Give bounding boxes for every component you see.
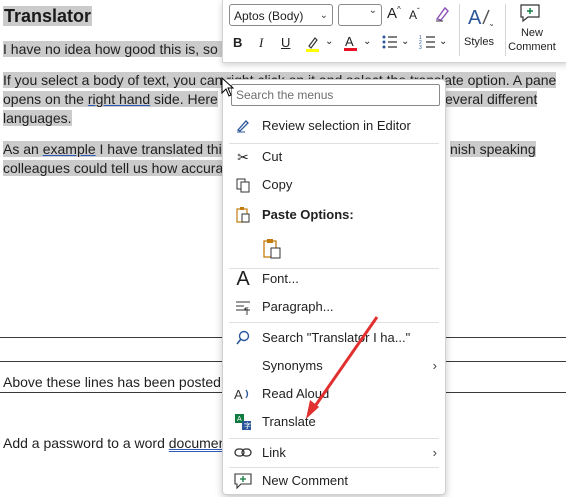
menu-divider — [229, 322, 439, 323]
doc-paragraph-4: Above these lines has been posted — [3, 374, 221, 390]
font-size-dropdown[interactable]: ⌄ — [338, 4, 382, 26]
new-comment-icon — [233, 468, 253, 497]
translate-icon: A字 — [233, 409, 253, 439]
italic-button[interactable]: I — [259, 35, 263, 51]
doc-paragraph-3-line-1: As an example I have translated thi — [3, 141, 222, 157]
shrink-font-button[interactable]: Aˇ — [409, 7, 420, 22]
copy-icon — [233, 172, 253, 201]
menu-item-paste-options: Paste Options: — [223, 202, 445, 228]
editor-pen-icon — [233, 113, 253, 142]
menu-item-read-aloud[interactable]: A Read Aloud — [223, 381, 445, 407]
menu-item-copy[interactable]: Copy — [223, 172, 445, 198]
context-menu: Search the menus Review selection in Edi… — [222, 79, 446, 495]
doc-link-document[interactable]: documen — [169, 435, 227, 451]
menu-item-translate[interactable]: A字 Translate — [223, 409, 445, 435]
doc-paragraph-5: Add a password to a word documen — [3, 435, 227, 451]
menu-item-link[interactable]: Link › — [223, 440, 445, 466]
menu-item-synonyms[interactable]: Synonyms › — [223, 353, 445, 379]
menu-divider — [229, 438, 439, 439]
styles-button[interactable]: Styles — [461, 36, 497, 48]
menu-item-font[interactable]: A Font... — [223, 266, 445, 292]
scissors-icon: ✂ — [237, 149, 249, 165]
chevron-right-icon: › — [432, 445, 437, 460]
mini-toolbar: Aptos (Body) ⌄ ⌄ A^ Aˇ B I U ⌄ A ⌄ ⌄ 123 … — [222, 0, 566, 63]
menu-item-cut[interactable]: ✂ Cut — [223, 144, 445, 170]
new-comment-icon[interactable] — [519, 3, 541, 26]
chevron-right-icon: › — [432, 358, 437, 373]
doc-link-right-hand[interactable]: right hand — [88, 91, 150, 107]
highlight-color-icon[interactable] — [303, 34, 323, 57]
clear-formatting-icon[interactable] — [433, 5, 451, 26]
menu-item-new-comment[interactable]: New Comment — [223, 468, 445, 494]
paste-icon — [233, 202, 253, 232]
grow-font-button[interactable]: A^ — [387, 5, 401, 22]
chevron-down-icon[interactable]: ⌄ — [401, 36, 409, 47]
toolbar-divider — [505, 4, 506, 56]
doc-paragraph-2-line-3: languages. — [3, 110, 72, 126]
search-menus-input[interactable]: Search the menus — [231, 84, 440, 106]
bold-button[interactable]: B — [233, 35, 242, 50]
chevron-down-icon: ⌄ — [368, 5, 377, 16]
doc-paragraph-2-line-2: opens on the right hand side. Here — [3, 91, 218, 107]
svg-text:⌄: ⌄ — [488, 18, 493, 28]
paste-keep-source-button[interactable] — [223, 232, 445, 266]
doc-link-example[interactable]: example — [43, 141, 96, 157]
doc-paragraph-3-line-2: colleagues could tell us how accura — [3, 160, 224, 176]
clipboard-icon — [261, 232, 281, 269]
doc-title: Translator — [3, 6, 93, 26]
menu-item-search[interactable]: Search "Translator I ha..." — [223, 325, 445, 351]
search-icon — [233, 325, 253, 354]
menu-item-paragraph[interactable]: ¶ Paragraph... — [223, 294, 445, 320]
read-aloud-icon: A — [233, 381, 253, 410]
svg-text:A: A — [468, 7, 482, 28]
font-color-icon[interactable]: A — [341, 33, 361, 56]
styles-icon[interactable]: A ⌄ — [467, 4, 496, 31]
chevron-down-icon[interactable]: ⌄ — [439, 36, 447, 47]
underline-button[interactable]: U — [281, 35, 290, 50]
svg-text:字: 字 — [244, 421, 251, 430]
chevron-down-icon[interactable]: ⌄ — [325, 36, 333, 47]
svg-text:A: A — [234, 387, 243, 402]
new-comment-button[interactable]: New Comment — [507, 26, 557, 54]
doc-paragraph-3-line-1-tail: nish speaking — [450, 141, 536, 157]
font-name-dropdown[interactable]: Aptos (Body) ⌄ — [229, 4, 333, 26]
font-icon: A — [236, 268, 250, 290]
chevron-down-icon: ⌄ — [319, 10, 328, 21]
svg-text:¶: ¶ — [244, 306, 249, 315]
bullets-icon[interactable] — [381, 33, 399, 54]
svg-text:A: A — [237, 416, 242, 423]
menu-item-review-editor[interactable]: Review selection in Editor — [223, 113, 445, 139]
svg-text:A: A — [345, 34, 354, 49]
chevron-down-icon[interactable]: ⌄ — [363, 36, 371, 47]
doc-paragraph-1: I have no idea how good this is, so I — [3, 41, 226, 57]
numbering-icon[interactable]: 123 — [419, 33, 437, 54]
toolbar-divider — [459, 4, 460, 56]
paragraph-icon: ¶ — [233, 294, 253, 323]
link-icon — [233, 440, 253, 468]
svg-text:3: 3 — [419, 45, 422, 51]
doc-paragraph-2-line-2-tail: everal different — [445, 91, 538, 107]
